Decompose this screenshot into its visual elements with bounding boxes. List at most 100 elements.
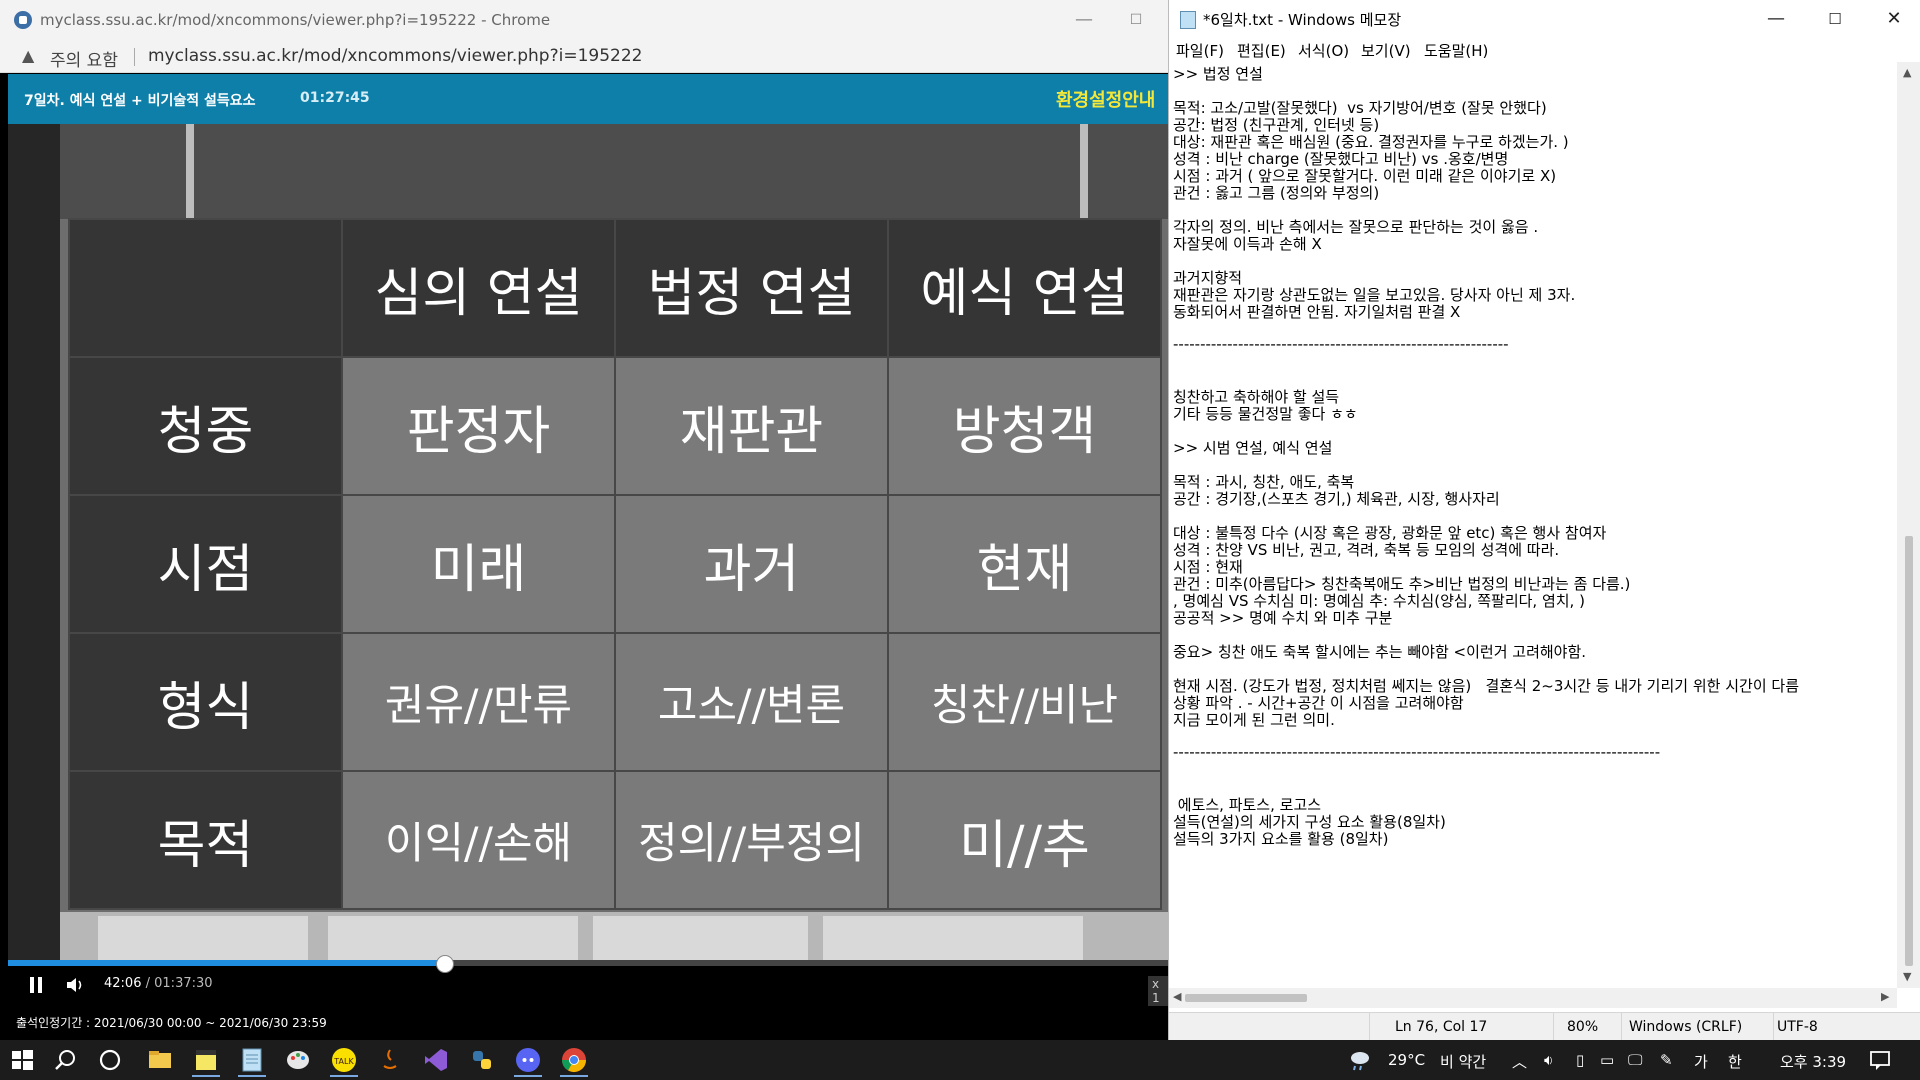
volume-icon[interactable]: [66, 976, 86, 994]
windows-start-icon[interactable]: [8, 1046, 36, 1074]
progress-fill: [8, 960, 444, 966]
scroll-up-icon[interactable]: ▲: [1903, 66, 1911, 79]
table-cell: 과거: [614, 494, 889, 634]
video-area[interactable]: 심의 연설 법정 연설 예식 연설 청중 판정자 재판관 방청객 시점 미래 과…: [8, 124, 1168, 960]
notepad-minimize-button[interactable]: —: [1761, 6, 1791, 32]
python-icon[interactable]: [468, 1046, 496, 1074]
network-icon[interactable]: 🖵︎: [1628, 1051, 1642, 1069]
task-view-icon[interactable]: [96, 1046, 124, 1074]
address-separator: [134, 48, 135, 66]
notepad-menubar: 파일(F) 편집(E) 서식(O) 보기(V) 도움말(H): [1169, 38, 1920, 62]
time-separator: /: [145, 976, 150, 991]
text-line: 중요> 칭찬 애도 축복 할시에는 추는 빼야함 <이런거 고려해야함.: [1173, 643, 1587, 661]
clock[interactable]: 오후 3:39: [1780, 1051, 1846, 1072]
svg-text:TALK: TALK: [333, 1057, 354, 1066]
kakaotalk-icon[interactable]: TALK: [330, 1046, 358, 1077]
table-cell: 판정자: [341, 356, 616, 496]
file-explorer-icon[interactable]: [146, 1046, 174, 1074]
video-background-top: [60, 124, 1168, 219]
table-cell: 칭찬//비난: [887, 632, 1162, 772]
table-row: 형식 권유//만류 고소//변론 칭찬//비난: [68, 632, 1162, 772]
text-line: 지금 모이게 된 그런 의미.: [1173, 711, 1335, 729]
text-line: 자잘못에 이득과 손해 X: [1173, 235, 1322, 253]
menu-format[interactable]: 서식(O): [1298, 40, 1349, 61]
text-line: 공간 : 경기장,(스포츠 경기,) 체육관, 시장, 행사자리: [1173, 490, 1500, 508]
tablet-icon[interactable]: ▯: [1576, 1051, 1584, 1069]
background-paper: [593, 916, 808, 960]
encoding: UTF-8: [1777, 1019, 1818, 1035]
table-cell: 방청객: [887, 356, 1162, 496]
total-time: 01:37:30: [154, 976, 213, 991]
notepad-maximize-button[interactable]: ☐: [1820, 6, 1850, 32]
menu-file[interactable]: 파일(F): [1176, 40, 1224, 61]
weather-icon[interactable]: [1346, 1046, 1374, 1074]
tray-chevron-up-icon[interactable]: ︿: [1512, 1051, 1527, 1072]
settings-guide-link[interactable]: 환경설정안내: [1056, 86, 1155, 112]
text-line: >> 법정 연설: [1173, 65, 1263, 83]
battery-icon[interactable]: ▭: [1600, 1051, 1614, 1069]
table-cell: 현재: [887, 494, 1162, 634]
scroll-right-icon[interactable]: ▶: [1881, 990, 1889, 1003]
sticky-notes-icon[interactable]: [192, 1046, 220, 1077]
horizontal-scrollbar[interactable]: ◀ ▶: [1169, 988, 1897, 1008]
notepad-title: *6일차.txt - Windows 메모장: [1203, 11, 1402, 29]
row-label-cell: 청중: [68, 356, 343, 496]
ime-mode-indicator[interactable]: 가: [1694, 1051, 1708, 1072]
url-field[interactable]: myclass.ssu.ac.kr/mod/xncommons/viewer.p…: [148, 46, 642, 66]
notepad-text-area[interactable]: >> 법정 연설 목적: 고소/고발(잘못했다) vs 자기방어/변호 (잘못 안…: [1173, 63, 1901, 987]
visual-studio-icon[interactable]: [422, 1046, 450, 1074]
current-time: 42:06: [104, 976, 142, 991]
zoom-level: 80%: [1567, 1019, 1599, 1035]
vertical-scroll-thumb[interactable]: [1905, 536, 1913, 966]
chrome-titlebar: myclass.ssu.ac.kr/mod/xncommons/viewer.p…: [0, 0, 1168, 40]
table-header-cell: 심의 연설: [341, 218, 616, 358]
video-progress-bar[interactable]: [8, 955, 1168, 973]
line-ending: Windows (CRLF): [1629, 1019, 1743, 1035]
menu-edit[interactable]: 편집(E): [1237, 40, 1286, 61]
chrome-maximize-button[interactable]: ☐: [1124, 8, 1148, 32]
table-header-cell: 예식 연설: [887, 218, 1162, 358]
chrome-icon[interactable]: [560, 1046, 588, 1077]
java-icon[interactable]: [376, 1046, 404, 1074]
notepad-close-button[interactable]: ✕: [1879, 6, 1909, 32]
lecture-header: 7일차. 예식 연설 + 비기술적 설득요소 01:27:45 환경설정안내: [8, 74, 1168, 124]
security-status[interactable]: 주의 요함: [50, 46, 118, 71]
table-cell: 재판관: [614, 356, 889, 496]
text-line: 공공적 >> 명예 수치 와 미추 구분: [1173, 609, 1393, 627]
table-cell: 미래: [341, 494, 616, 634]
table-cell: 고소//변론: [614, 632, 889, 772]
chrome-minimize-button[interactable]: —: [1072, 8, 1096, 32]
site-favicon-icon: [14, 11, 32, 29]
table-row: 목적 이익//손해 정의//부정의 미//추: [68, 770, 1162, 910]
text-line: ----------------------------------------…: [1173, 743, 1661, 761]
menu-view[interactable]: 보기(V): [1361, 40, 1411, 61]
address-bar: ▲ 주의 요함 myclass.ssu.ac.kr/mod/xncommons/…: [0, 40, 1168, 73]
notepad-icon: [1180, 11, 1196, 29]
pause-icon[interactable]: [30, 977, 42, 993]
discord-icon[interactable]: [514, 1046, 542, 1077]
scroll-down-icon[interactable]: ▼: [1903, 970, 1911, 983]
video-side-panel: [8, 124, 60, 960]
horizontal-scroll-thumb[interactable]: [1185, 994, 1307, 1002]
search-icon[interactable]: [52, 1046, 80, 1074]
attendance-period: 출석인정기간 : 2021/06/30 00:00 ~ 2021/06/30 2…: [16, 1016, 327, 1030]
table-cell: 미//추: [887, 770, 1162, 910]
pen-icon[interactable]: ✎: [1660, 1051, 1673, 1069]
menu-help[interactable]: 도움말(H): [1424, 40, 1488, 61]
weather-description[interactable]: 비 약간: [1440, 1051, 1486, 1072]
notepad-taskbar-icon[interactable]: [238, 1046, 266, 1077]
playback-speed-button[interactable]: x 1: [1148, 976, 1168, 1006]
scroll-left-icon[interactable]: ◀: [1173, 990, 1181, 1003]
cursor-position: Ln 76, Col 17: [1395, 1019, 1488, 1035]
vertical-scrollbar[interactable]: ▲ ▼: [1897, 62, 1920, 988]
notepad-window: *6일차.txt - Windows 메모장 — ☐ ✕ 파일(F) 편집(E)…: [1168, 0, 1920, 1040]
weather-temperature[interactable]: 29°C: [1388, 1051, 1425, 1069]
notification-icon[interactable]: [1866, 1046, 1894, 1074]
ime-hanja-indicator[interactable]: 한: [1728, 1051, 1742, 1072]
speech-comparison-table: 심의 연설 법정 연설 예식 연설 청중 판정자 재판관 방청객 시점 미래 과…: [68, 218, 1162, 910]
paint-icon[interactable]: [284, 1046, 312, 1074]
time-display: 42:06 / 01:37:30: [104, 976, 213, 991]
warning-icon[interactable]: ▲: [22, 46, 34, 65]
progress-handle[interactable]: [436, 955, 454, 973]
speaker-icon[interactable]: 🔉︎: [1544, 1051, 1553, 1069]
